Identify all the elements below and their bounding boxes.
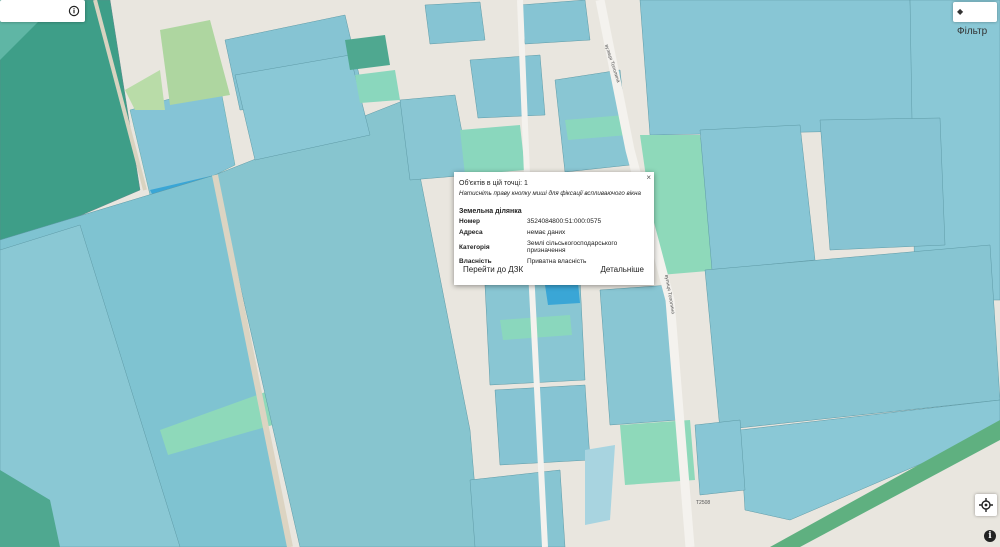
parcel[interactable] (639, 0, 916, 136)
parcel[interactable] (460, 125, 525, 175)
parcel[interactable] (469, 54, 546, 119)
table-row: Адреса немає даних (459, 229, 566, 236)
close-icon[interactable]: × (646, 173, 651, 182)
filter-button-label: Фільтр (957, 26, 988, 37)
parcel[interactable] (545, 283, 580, 305)
parcel[interactable] (694, 419, 746, 496)
parcel[interactable] (699, 124, 816, 271)
filter-button[interactable]: ◆ Фільтр (953, 2, 997, 37)
parcel[interactable] (819, 117, 946, 251)
parcel-attributes-table: Номер 3524084800:51:000:0575 Адреса немає … (457, 216, 654, 267)
crosshair-icon (979, 498, 993, 512)
parcel-info-popup: × Об'єктів в цій точці: 1 Натисніть прав… (454, 172, 654, 285)
parcel[interactable] (345, 35, 390, 70)
parcel[interactable] (704, 244, 1000, 431)
road-code-label: Т2508 (696, 500, 710, 506)
parcel[interactable] (424, 1, 486, 45)
parcel[interactable] (355, 70, 400, 103)
locate-button[interactable] (975, 494, 997, 516)
table-row: Номер 3524084800:51:000:0575 (459, 218, 602, 225)
layers-icon: ◆ (957, 7, 964, 16)
goto-dzk-link[interactable]: Перейти до ДЗК (463, 265, 523, 274)
about-info-button[interactable]: i (984, 530, 996, 542)
details-link[interactable]: Детальніше (600, 265, 644, 274)
table-row: Категорія Землі сільськогосподарського пр… (459, 240, 618, 254)
parcel[interactable] (519, 0, 591, 45)
search-box (0, 0, 85, 22)
object-count-text: Об'єктів в цій точці: 1 (459, 180, 528, 187)
parcel[interactable] (469, 469, 566, 547)
info-circle-icon[interactable] (66, 3, 82, 19)
section-title: Земельна ділянка (459, 208, 522, 215)
search-input[interactable] (0, 0, 62, 22)
popup-hint-text: Натисніть праву кнопку миші для фіксації… (459, 190, 641, 197)
